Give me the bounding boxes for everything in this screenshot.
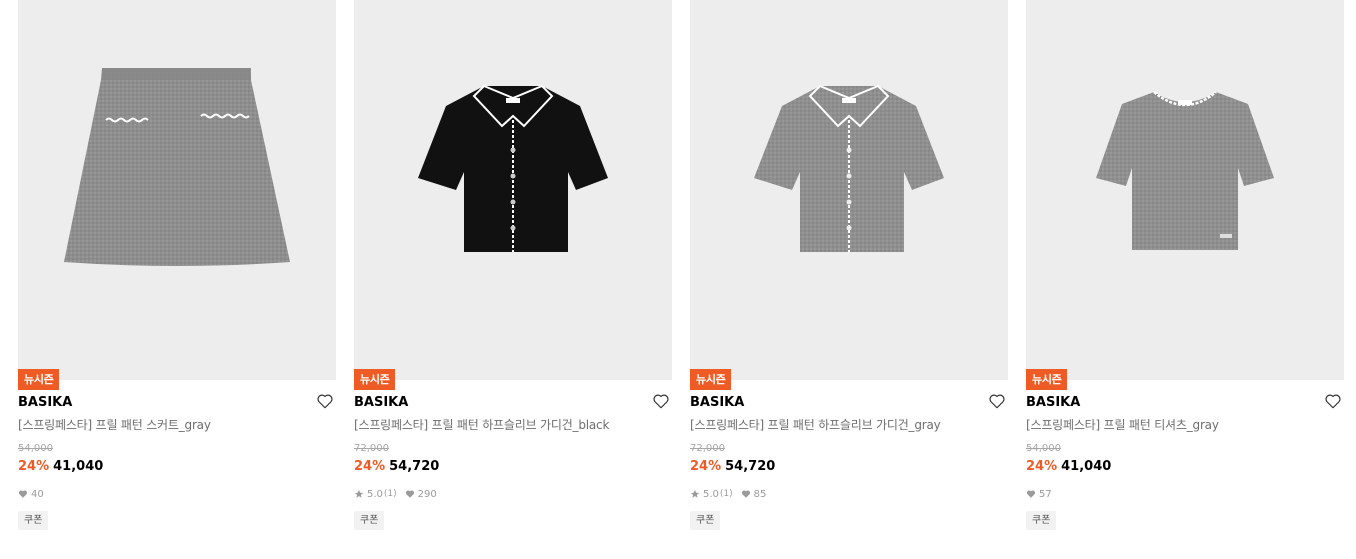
heart-outline-icon[interactable] bbox=[1324, 392, 1342, 410]
review-count: (1) bbox=[383, 489, 397, 499]
heart-filled-icon bbox=[405, 490, 414, 498]
new-season-badge: 뉴시즌 bbox=[690, 369, 732, 390]
coupon-tag: 쿠폰 bbox=[1026, 511, 1057, 530]
price-line: 24% 41,040 bbox=[1026, 458, 1111, 476]
product-card[interactable]: 뉴시즌 BASIKA [스프링페스타] 프릴 패턴 티셔츠_gray 54,00… bbox=[1026, 0, 1344, 559]
coupon-tag: 쿠폰 bbox=[690, 511, 721, 530]
gray-cardigan-illustration bbox=[754, 84, 944, 252]
brand-name[interactable]: BASIKA bbox=[354, 394, 408, 411]
product-stats: 5.0 (1) 85 bbox=[690, 487, 766, 501]
review-count: (1) bbox=[719, 489, 733, 499]
like-count: 57 bbox=[1039, 488, 1052, 500]
new-season-badge: 뉴시즌 bbox=[1026, 369, 1068, 390]
heart-outline-icon[interactable] bbox=[652, 392, 670, 410]
product-card[interactable]: 뉴시즌 BASIKA [스프링페스타] 프릴 패턴 스커트_gray 54,00… bbox=[18, 0, 336, 559]
discount-rate: 24% bbox=[18, 459, 50, 474]
rating: 5.0 bbox=[367, 488, 383, 500]
star-icon bbox=[690, 489, 700, 498]
product-stats: 40 bbox=[18, 487, 44, 501]
product-name[interactable]: [스프링페스타] 프릴 패턴 스커트_gray bbox=[18, 417, 211, 433]
product-image-cardigan-gray[interactable] bbox=[690, 0, 1008, 380]
rating: 5.0 bbox=[703, 488, 719, 500]
heart-filled-icon bbox=[1026, 490, 1036, 498]
product-name[interactable]: [스프링페스타] 프릴 패턴 티셔츠_gray bbox=[1026, 417, 1219, 433]
like-count: 290 bbox=[417, 488, 437, 500]
product-name[interactable]: [스프링페스타] 프릴 패턴 하프슬리브 가디건_black bbox=[354, 417, 609, 433]
sale-price: 41,040 bbox=[53, 459, 104, 474]
price-line: 24% 54,720 bbox=[354, 458, 439, 476]
coupon-tag: 쿠폰 bbox=[354, 511, 385, 530]
brand-name[interactable]: BASIKA bbox=[1026, 394, 1080, 411]
product-image-cardigan-black[interactable] bbox=[354, 0, 672, 380]
original-price: 72,000 bbox=[354, 443, 389, 454]
product-card[interactable]: 뉴시즌 BASIKA [스프링페스타] 프릴 패턴 하프슬리브 가디건_gray… bbox=[690, 0, 1008, 559]
product-card[interactable]: 뉴시즌 BASIKA [스프링페스타] 프릴 패턴 하프슬리브 가디건_blac… bbox=[354, 0, 672, 559]
new-season-badge: 뉴시즌 bbox=[354, 369, 396, 390]
product-stats: 5.0 (1) 290 bbox=[354, 487, 437, 501]
sale-price: 54,720 bbox=[389, 459, 440, 474]
product-stats: 57 bbox=[1026, 487, 1052, 501]
heart-outline-icon[interactable] bbox=[988, 392, 1006, 410]
skirt-illustration bbox=[64, 68, 290, 266]
star-icon bbox=[354, 489, 364, 498]
price-line: 24% 54,720 bbox=[690, 458, 775, 476]
tshirt-illustration bbox=[1096, 91, 1274, 250]
new-season-badge: 뉴시즌 bbox=[18, 369, 60, 390]
sale-price: 41,040 bbox=[1061, 459, 1112, 474]
original-price: 54,000 bbox=[18, 443, 53, 454]
like-count: 85 bbox=[753, 488, 767, 500]
brand-name[interactable]: BASIKA bbox=[690, 394, 744, 411]
brand-name[interactable]: BASIKA bbox=[18, 394, 72, 411]
original-price: 54,000 bbox=[1026, 443, 1061, 454]
product-grid: 뉴시즌 BASIKA [스프링페스타] 프릴 패턴 스커트_gray 54,00… bbox=[0, 0, 1356, 559]
discount-rate: 24% bbox=[354, 459, 386, 474]
original-price: 72,000 bbox=[690, 443, 725, 454]
black-cardigan-illustration bbox=[418, 84, 608, 252]
sale-price: 54,720 bbox=[725, 459, 776, 474]
discount-rate: 24% bbox=[690, 459, 722, 474]
coupon-tag: 쿠폰 bbox=[18, 511, 49, 530]
price-line: 24% 41,040 bbox=[18, 458, 103, 476]
product-image-skirt[interactable] bbox=[18, 0, 336, 380]
product-name[interactable]: [스프링페스타] 프릴 패턴 하프슬리브 가디건_gray bbox=[690, 417, 941, 433]
heart-filled-icon bbox=[741, 490, 750, 498]
like-count: 40 bbox=[31, 488, 44, 500]
product-image-tshirt[interactable] bbox=[1026, 0, 1344, 380]
heart-filled-icon bbox=[18, 490, 28, 498]
heart-outline-icon[interactable] bbox=[316, 392, 334, 410]
discount-rate: 24% bbox=[1026, 459, 1058, 474]
